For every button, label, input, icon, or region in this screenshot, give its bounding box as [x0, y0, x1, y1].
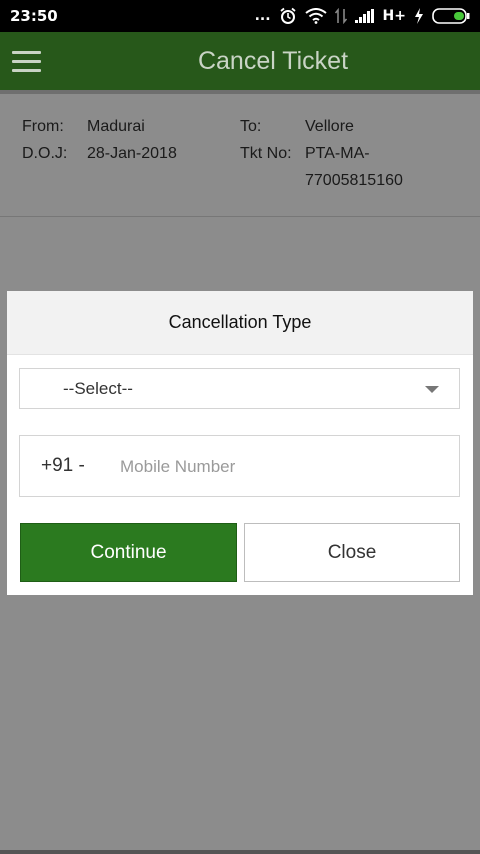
select-value: --Select--	[63, 379, 133, 398]
wifi-icon	[304, 8, 327, 24]
status-bar: 23:50 ... H+	[0, 0, 480, 32]
trip-info: From: Madurai To: Vellore D.O.J: 28-Jan-…	[0, 94, 480, 216]
app-bar: Cancel Ticket	[0, 32, 480, 90]
mobile-number-input[interactable]	[118, 448, 442, 486]
more-notifications-icon: ...	[254, 8, 271, 24]
page-title: Cancel Ticket	[197, 47, 349, 75]
data-transfer-icon	[334, 8, 347, 24]
battery-icon	[432, 8, 470, 24]
status-icons: ... H+	[255, 7, 470, 25]
charging-icon	[415, 8, 423, 24]
bottom-edge	[0, 850, 480, 854]
to-value: Vellore	[305, 118, 354, 135]
divider	[0, 216, 480, 217]
phone-prefix: +91 -	[41, 455, 85, 476]
doj-label: D.O.J:	[22, 145, 68, 162]
cancellation-dialog: Cancellation Type --Select-- +91 - Conti…	[7, 291, 473, 595]
from-label: From:	[22, 118, 64, 135]
close-button[interactable]: Close	[244, 523, 460, 582]
from-value: Madurai	[87, 118, 145, 135]
alarm-icon	[279, 7, 296, 24]
ticket-no-label: Tkt No:	[240, 145, 292, 162]
dialog-body: --Select-- +91 - Continue Close	[7, 355, 473, 595]
dialog-title: Cancellation Type	[7, 291, 473, 355]
ticket-no-value-line2: 77005815160	[305, 172, 403, 189]
ticket-no-value-line1: PTA-MA-	[305, 145, 370, 162]
to-label: To:	[240, 118, 262, 135]
status-time: 23:50	[10, 7, 58, 25]
network-type: H+	[382, 8, 406, 24]
dropdown-caret-icon	[425, 386, 439, 393]
doj-value: 28-Jan-2018	[87, 145, 177, 162]
signal-icon	[354, 9, 374, 23]
mobile-number-field: +91 -	[19, 435, 460, 497]
continue-button[interactable]: Continue	[20, 523, 237, 582]
cancellation-type-select[interactable]: --Select--	[19, 368, 460, 409]
